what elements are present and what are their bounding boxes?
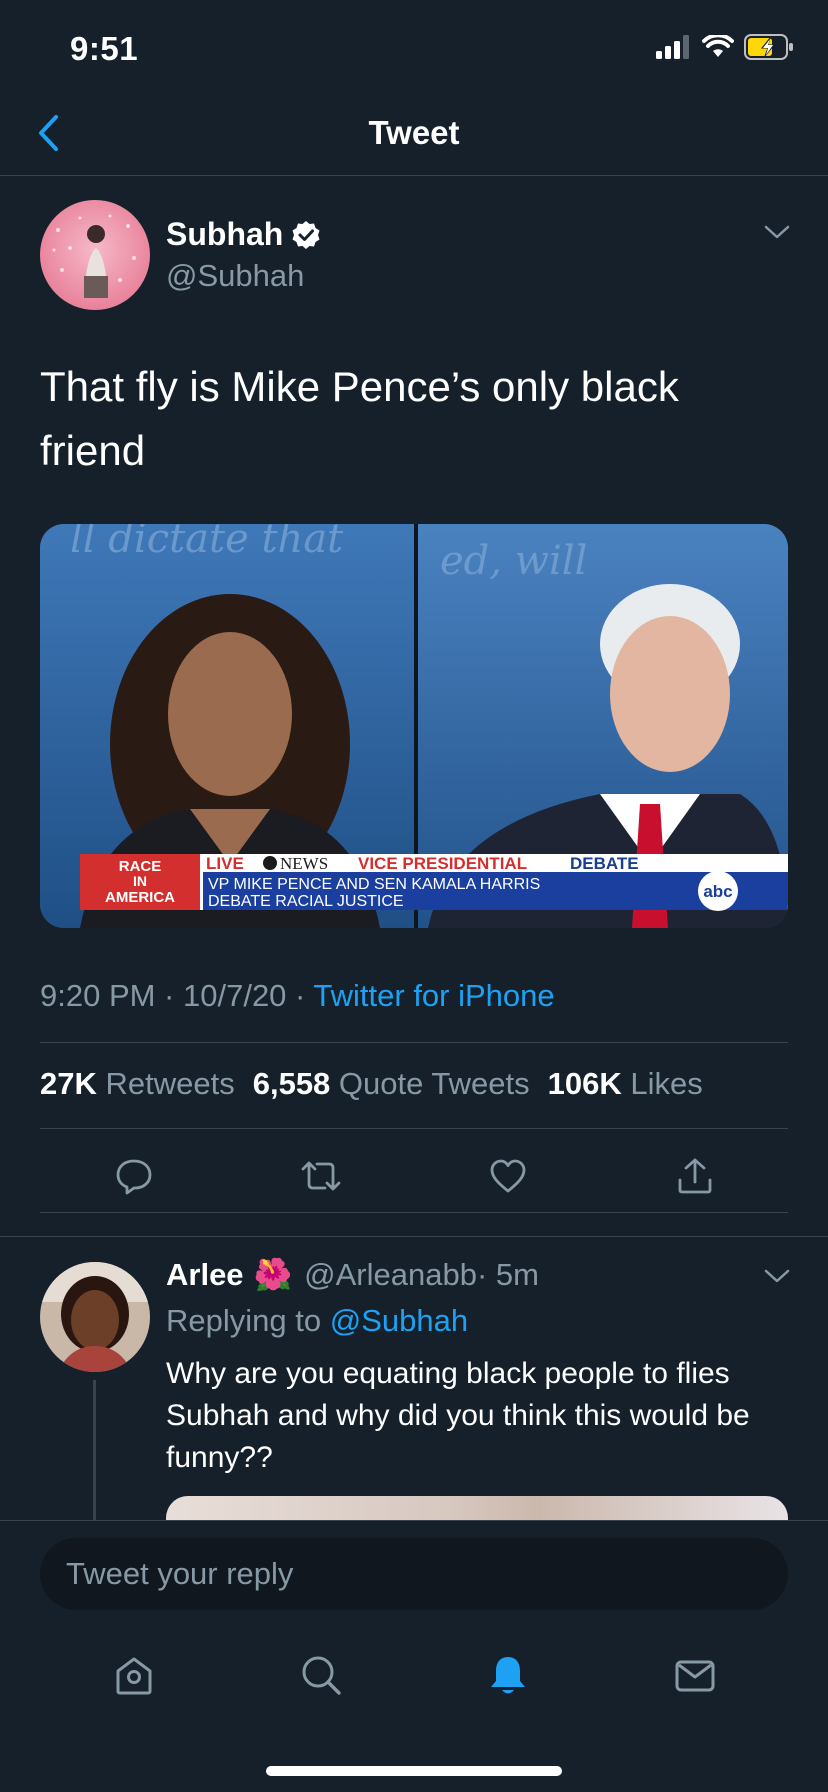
reply-author-row[interactable]: Arlee 🌺 @Arleanabb · 5m <box>166 1256 539 1293</box>
section-separator <box>0 1236 828 1237</box>
divider <box>40 1212 788 1213</box>
reply-text: Why are you equating black people to fli… <box>166 1357 750 1474</box>
author-name-row[interactable]: Subhah <box>166 216 321 253</box>
chyron-network: NEWS <box>280 854 328 873</box>
chyron-line2: DEBATE RACIAL JUSTICE <box>208 893 404 910</box>
signal-icon <box>656 35 689 59</box>
chevron-down-icon <box>764 225 790 239</box>
reply-avatar-image <box>40 1262 150 1372</box>
tweet-media-image[interactable]: ll dictate that ed, will RACE IN AMERICA… <box>40 524 788 928</box>
retweets-count: 27K <box>40 1066 97 1101</box>
background-words-left: ll dictate that <box>70 524 344 562</box>
chyron-live: LIVE <box>206 854 244 873</box>
author-handle[interactable]: @Subhah <box>166 258 304 294</box>
tab-messages[interactable] <box>663 1643 727 1707</box>
heart-icon <box>490 1159 525 1193</box>
chyron-line1: VP MIKE PENCE AND SEN KAMALA HARRIS <box>208 876 540 893</box>
reply-button[interactable] <box>102 1144 166 1208</box>
debate-screenshot: ll dictate that ed, will RACE IN AMERICA… <box>40 524 788 928</box>
reply-author-handle: @Arleanabb <box>304 1256 477 1292</box>
retweets-stat[interactable]: 27K Retweets <box>40 1066 235 1102</box>
replying-to: Replying to @Subhah <box>166 1303 468 1339</box>
divider <box>40 1128 788 1129</box>
chyron-event-part2: DEBATE <box>570 854 639 873</box>
tweet-source-link[interactable]: Twitter for iPhone <box>313 978 554 1013</box>
mail-icon <box>675 1660 714 1692</box>
divider <box>40 1042 788 1043</box>
quote-tweets-stat[interactable]: 6,558 Quote Tweets <box>253 1066 530 1102</box>
status-icons <box>656 34 794 60</box>
page-title: Tweet <box>368 114 460 151</box>
comment-icon <box>116 1159 151 1195</box>
wifi-icon <box>702 35 734 57</box>
chyron-event-part1: VICE PRESIDENTIAL <box>358 854 527 873</box>
retweet-icon <box>301 1161 340 1191</box>
status-time: 9:51 <box>70 30 139 67</box>
likes-count: 106K <box>547 1066 622 1101</box>
home-indicator <box>266 1766 562 1776</box>
tweet-options-button[interactable] <box>764 224 790 245</box>
avatar-image <box>40 200 150 310</box>
battery-icon <box>744 34 793 60</box>
share-icon <box>678 1158 711 1194</box>
chyron-race-line3: AMERICA <box>105 889 175 906</box>
likes-label: Likes <box>621 1066 703 1101</box>
author-avatar[interactable] <box>40 200 150 310</box>
like-button[interactable] <box>476 1144 540 1208</box>
reply-author-name: Arlee <box>166 1256 244 1292</box>
tab-bar <box>0 1640 828 1710</box>
replying-prefix: Replying to <box>166 1303 330 1338</box>
tab-search[interactable] <box>289 1643 353 1707</box>
chyron-race-line2: IN <box>133 873 147 889</box>
reply-time: · 5m <box>476 1256 539 1292</box>
home-icon <box>116 1657 151 1695</box>
tweet-stats: 27K Retweets 6,558 Quote Tweets 106K Lik… <box>40 1066 703 1102</box>
reply-author-avatar[interactable] <box>40 1262 150 1372</box>
search-icon <box>302 1656 341 1695</box>
tab-home[interactable] <box>102 1643 166 1707</box>
author-name: Subhah <box>166 216 284 252</box>
tab-notifications[interactable] <box>476 1643 540 1707</box>
verified-badge-icon <box>292 220 320 249</box>
chevron-down-icon <box>764 1269 790 1283</box>
reply-input[interactable] <box>40 1538 788 1610</box>
quote-count: 6,558 <box>252 1066 331 1101</box>
tweet-timestamp: 9:20 PM · 10/7/20 · <box>40 978 314 1013</box>
reply-author-emoji: 🌺 <box>253 1257 293 1292</box>
likes-stat[interactable]: 106K Likes <box>548 1066 703 1102</box>
reply-options-button[interactable] <box>764 1268 790 1289</box>
quote-label: Quote Tweets <box>330 1066 530 1101</box>
share-button[interactable] <box>663 1144 727 1208</box>
tweet-actions <box>40 1138 788 1214</box>
chyron-abc-logo: abc <box>703 882 732 901</box>
navigation-bar: Tweet <box>0 90 828 176</box>
thread-line <box>93 1380 96 1522</box>
tweet-text: That fly is Mike Pence’s only black frie… <box>40 363 679 474</box>
tweet-meta: 9:20 PM · 10/7/20 · Twitter for iPhone <box>40 978 555 1014</box>
retweet-button[interactable] <box>289 1144 353 1208</box>
replying-to-link[interactable]: @Subhah <box>330 1303 468 1338</box>
background-words-right: ed, will <box>440 538 587 584</box>
bell-icon <box>490 1657 525 1694</box>
retweets-label: Retweets <box>96 1066 235 1101</box>
